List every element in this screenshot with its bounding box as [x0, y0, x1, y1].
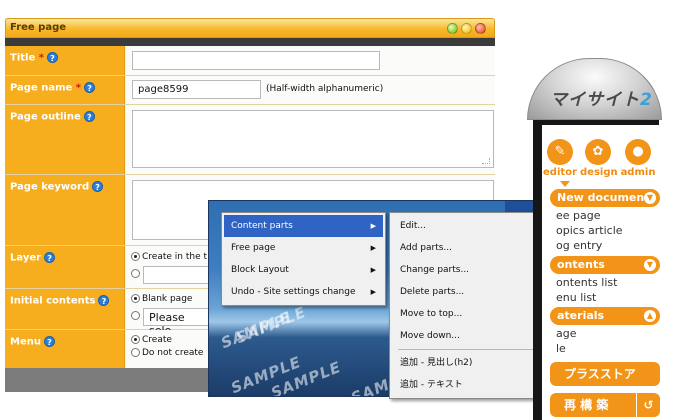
window-toolbar: [5, 38, 495, 46]
help-icon[interactable]: ?: [43, 336, 55, 347]
menu-item-block-layout[interactable]: Block Layout ▶: [224, 259, 383, 281]
context-menu: Content parts ▶ Free page ▶ Block Layout ▶ …: [221, 212, 386, 306]
menu-label: Menu: [10, 336, 41, 348]
menu-do-not-create-option[interactable]: Do not create: [131, 348, 203, 358]
menu-item-free-page[interactable]: Free page ▶: [224, 237, 383, 259]
help-icon[interactable]: ?: [84, 82, 96, 93]
chevron-up-icon: ▲: [644, 310, 656, 322]
menu-create-option[interactable]: Create: [131, 335, 172, 345]
layer-option-create[interactable]: Create in the t: [131, 252, 207, 262]
panel-dome: マイサイト2: [527, 58, 662, 120]
title-label: Title: [10, 52, 36, 64]
panel-body: ✎ editor ✿ design ● admin New documen ▼ e…: [533, 120, 661, 420]
mysite-panel: マイサイト2 ✎ editor ✿ design ● admin New doc…: [527, 58, 662, 420]
mysite-logo: マイサイト2: [550, 90, 653, 110]
minimize-button[interactable]: [447, 23, 458, 34]
radio-selected-icon: [131, 335, 140, 344]
window-titlebar[interactable]: Free page: [5, 18, 495, 38]
chevron-down-icon: ▼: [644, 192, 656, 204]
initial-contents-template-option[interactable]: [131, 311, 142, 321]
rebuild-button[interactable]: 再 構 築 ↺: [550, 393, 660, 417]
chevron-down-icon: ▼: [644, 259, 656, 271]
window-title: Free page: [10, 22, 67, 33]
admin-icon: ●: [625, 139, 651, 165]
editor-tool[interactable]: ✎ editor: [542, 139, 578, 178]
contents-header[interactable]: ontents ▼: [550, 256, 660, 274]
maximize-button[interactable]: [461, 23, 472, 34]
close-button[interactable]: [475, 23, 486, 34]
page-keyword-label: Page keyword: [10, 181, 90, 193]
initial-contents-label: Initial contents: [10, 295, 96, 307]
page-name-note: (Half-width alphanumeric): [266, 84, 384, 94]
layer-label: Layer: [10, 252, 42, 264]
title-row: Title *?: [5, 46, 495, 76]
help-icon[interactable]: ?: [83, 111, 95, 122]
menu-item-content-parts[interactable]: Content parts ▶: [224, 215, 383, 237]
page-outline-label: Page outline: [10, 111, 81, 123]
materials-header[interactable]: aterials ▲: [550, 307, 660, 325]
page-name-row: Page name *? page8599 (Half-width alphan…: [5, 76, 495, 105]
menu-item-undo[interactable]: Undo - Site settings change ▶: [224, 281, 383, 303]
selected-tool-indicator-icon: [560, 181, 570, 187]
radio-icon: [131, 311, 140, 320]
radio-selected-icon: [131, 252, 140, 261]
design-icon: ✿: [585, 139, 611, 165]
page-outline-row: Page outline?: [5, 105, 495, 175]
page-name-input[interactable]: page8599: [132, 80, 261, 99]
sidebar-link-menu-list[interactable]: enu list: [556, 291, 596, 304]
layer-select[interactable]: [143, 266, 213, 284]
layer-option-other[interactable]: [131, 269, 142, 279]
page-name-label: Page name: [10, 82, 73, 94]
help-icon[interactable]: ?: [92, 181, 104, 192]
submenu-arrow-icon: ▶: [370, 244, 376, 252]
help-icon[interactable]: ?: [44, 252, 56, 263]
watermark: SAMPLE: [233, 302, 309, 348]
initial-contents-select[interactable]: Please sele: [143, 308, 213, 337]
sidebar-link-blog-entry[interactable]: og entry: [556, 239, 602, 252]
refresh-icon[interactable]: ↺: [636, 393, 660, 417]
submenu-arrow-icon: ▶: [370, 288, 376, 296]
sidebar-link-topics-article[interactable]: opics article: [556, 224, 623, 237]
radio-selected-icon: [131, 294, 140, 303]
help-icon[interactable]: ?: [98, 295, 110, 306]
radio-icon: [131, 348, 140, 357]
initial-contents-blank-option[interactable]: Blank page: [131, 294, 192, 304]
window-controls: [447, 23, 486, 34]
submenu-arrow-icon: ▶: [370, 222, 376, 230]
sidebar-link-free-page[interactable]: ee page: [556, 209, 601, 222]
admin-tool[interactable]: ● admin: [620, 139, 656, 178]
sidebar-link-image[interactable]: age: [556, 327, 577, 340]
plus-store-button[interactable]: プラスストア: [550, 362, 660, 386]
help-icon[interactable]: ?: [46, 52, 58, 63]
page-outline-textarea[interactable]: [132, 110, 494, 168]
sidebar-link-file[interactable]: le: [556, 342, 566, 355]
new-document-header[interactable]: New documen ▼: [550, 189, 660, 207]
resize-grip[interactable]: [482, 158, 490, 164]
sidebar-link-contents-list[interactable]: ontents list: [556, 276, 617, 289]
title-input[interactable]: [132, 51, 380, 70]
design-tool[interactable]: ✿ design: [580, 139, 618, 178]
submenu-arrow-icon: ▶: [370, 266, 376, 274]
editor-icon: ✎: [547, 139, 573, 165]
radio-icon: [131, 269, 140, 278]
